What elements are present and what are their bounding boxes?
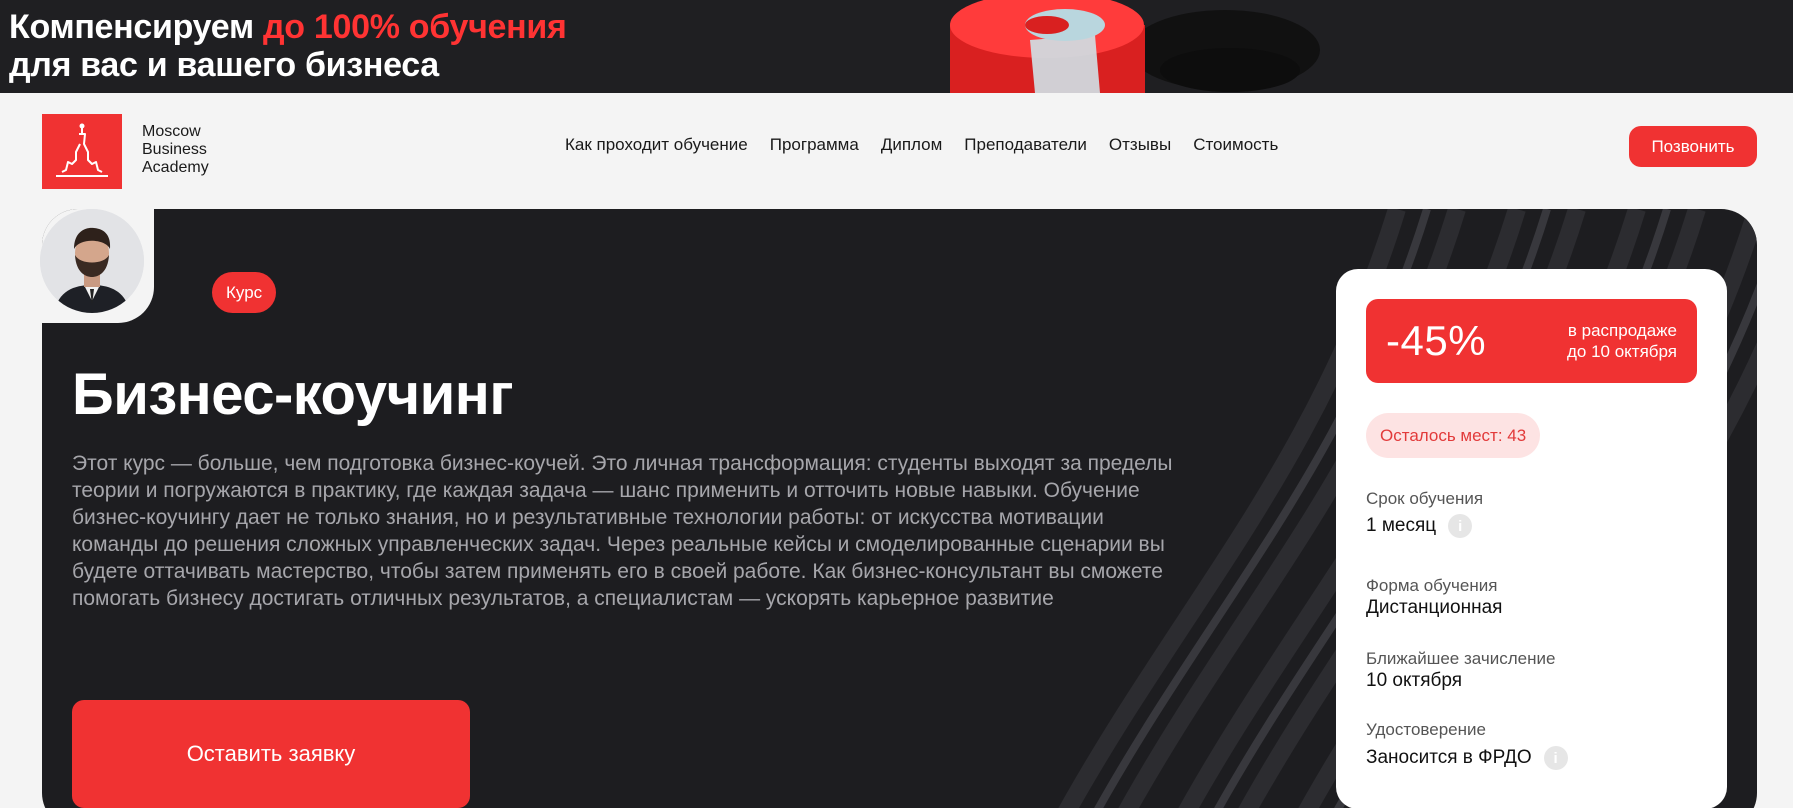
teacher-avatar: [40, 209, 144, 313]
promo-line1-plain: Компенсируем: [9, 8, 263, 46]
logo-line-1: Moscow: [142, 123, 201, 140]
apply-button[interactable]: Оставить заявку: [72, 700, 470, 808]
certificate-label: Удостоверение: [1366, 720, 1486, 739]
call-button[interactable]: Позвонить: [1629, 126, 1757, 167]
promo-banner[interactable]: Компенсируем до 100% обучения для вас и …: [0, 0, 1793, 93]
duration-value: 1 месяц i: [1366, 514, 1473, 538]
person-icon: [40, 209, 144, 313]
promo-line1-accent: до 100% обучения: [262, 8, 567, 46]
nav-item-diploma[interactable]: Диплом: [881, 135, 942, 155]
logo-icon[interactable]: [42, 114, 122, 189]
course-tag: Курс: [212, 272, 277, 313]
discount-percent: -45%: [1386, 317, 1487, 364]
logo-line-3: Academy: [142, 159, 209, 176]
nav-item-program[interactable]: Программа: [770, 135, 859, 155]
duration-label: Срок обучения: [1366, 489, 1484, 508]
format-label: Форма обучения: [1366, 576, 1498, 595]
info-icon[interactable]: i: [1543, 746, 1568, 770]
seats-left-badge: Осталось мест: 43: [1366, 413, 1541, 458]
info-icon[interactable]: i: [1448, 514, 1473, 538]
discount-note: в распродаже до 10 октября: [1567, 320, 1677, 362]
discount-badge: -45% в распродаже до 10 октября: [1366, 299, 1697, 383]
format-value-text: Дистанционная: [1366, 597, 1503, 618]
enrollment-value: 10 октября: [1366, 670, 1462, 692]
enrollment-value-text: 10 октября: [1366, 670, 1463, 691]
course-info-card: -45% в распродаже до 10 октября Осталось…: [1336, 269, 1727, 808]
course-description: Этот курс — больше, чем подготовка бизне…: [72, 452, 1173, 610]
format-value: Дистанционная: [1366, 597, 1502, 619]
certificate-value: Заносится в ФРДО i: [1366, 746, 1568, 770]
promo-illustration: [950, 0, 1320, 93]
main-nav: Как проходит обучение Программа Диплом П…: [565, 135, 1278, 155]
duration-value-text: 1 месяц: [1366, 515, 1437, 536]
enrollment-label: Ближайшее зачисление: [1366, 649, 1556, 668]
discount-note-line-2: до 10 октября: [1566, 342, 1677, 361]
certificate-value-text: Заносится в ФРДО: [1366, 747, 1532, 768]
promo-line2: для вас и вашего бизнеса: [9, 46, 439, 84]
logo-text[interactable]: Moscow Business Academy: [142, 123, 209, 177]
site-header: Moscow Business Academy Как проходит обу…: [0, 93, 1793, 208]
promo-text: Компенсируем до 100% обучения для вас и …: [9, 8, 567, 84]
discount-note-line-1: в распродаже: [1567, 321, 1677, 340]
logo-line-2: Business: [142, 141, 207, 158]
nav-item-teachers[interactable]: Преподаватели: [964, 135, 1087, 155]
nav-item-price[interactable]: Стоимость: [1193, 135, 1278, 155]
course-title: Бизнес-коучинг: [72, 362, 513, 427]
nav-item-reviews[interactable]: Отзывы: [1109, 135, 1171, 155]
kremlin-icon: [56, 123, 108, 177]
nav-item-how-it-works[interactable]: Как проходит обучение: [565, 135, 748, 155]
